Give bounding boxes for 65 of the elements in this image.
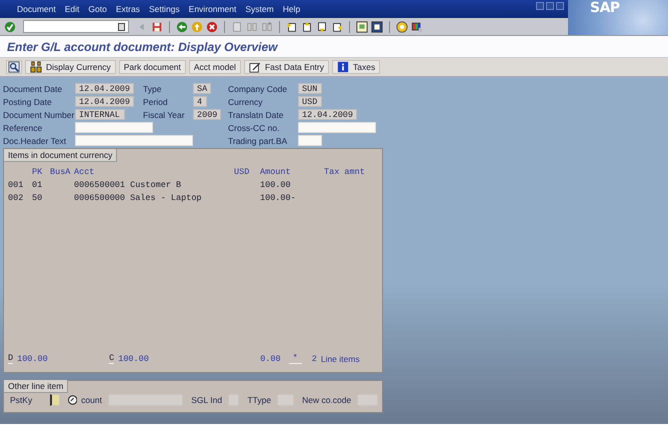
panel-title: Other line item bbox=[4, 380, 68, 393]
field-label: Document Date bbox=[3, 84, 64, 94]
column-header: Acct bbox=[74, 166, 96, 176]
field-label: PstKy bbox=[10, 395, 32, 405]
line-count-label: Line items bbox=[320, 354, 360, 364]
credit-total: 100.00 bbox=[118, 354, 150, 364]
display-field: 4 bbox=[193, 96, 207, 107]
toolbar-button[interactable]: Park document bbox=[118, 60, 186, 74]
toolbar-button[interactable]: Display Currency bbox=[25, 60, 116, 74]
field-label: Company Code bbox=[228, 84, 288, 94]
credit-label: C bbox=[109, 353, 114, 364]
table-cell-text: 0006500000 Sales - Laptop bbox=[74, 192, 203, 202]
column-header: Tax amnt bbox=[324, 166, 366, 176]
field-label: Doc.Header Text bbox=[3, 136, 68, 146]
display-field: 12.04.2009 bbox=[75, 83, 134, 94]
menu-item[interactable]: System bbox=[241, 4, 279, 14]
column-header: BusA bbox=[50, 166, 72, 176]
display-field: SUN bbox=[298, 83, 322, 94]
field-label: Currency bbox=[228, 96, 264, 106]
field-label: Type bbox=[143, 84, 162, 94]
display-field: SA bbox=[193, 83, 212, 94]
field-label: New co.code bbox=[302, 395, 352, 405]
balance: 0.00 bbox=[260, 354, 281, 364]
column-header: Amount bbox=[260, 166, 292, 176]
debit-label: D bbox=[8, 353, 14, 364]
menu-item[interactable]: Environment bbox=[184, 4, 242, 14]
display-field: 12.04.2009 bbox=[75, 96, 134, 107]
panel-title: Items in document currency bbox=[4, 149, 118, 162]
table-cell-text: 01 bbox=[32, 180, 44, 190]
field-label: count bbox=[81, 395, 102, 405]
field-label: Posting Date bbox=[3, 96, 53, 106]
table-cell-text: 100.00 bbox=[260, 180, 292, 190]
toolbar-button[interactable]: Taxes bbox=[332, 60, 380, 74]
menu-item[interactable]: Help bbox=[278, 4, 306, 14]
field-label: TType bbox=[247, 395, 272, 405]
field-label: Cross-CC no. bbox=[228, 122, 280, 132]
field-label: Reference bbox=[3, 122, 44, 132]
menu-item[interactable]: Edit bbox=[60, 4, 84, 14]
display-field: INTERNAL bbox=[75, 109, 125, 120]
menu-item[interactable]: Extras bbox=[112, 4, 145, 14]
table-cell-text: 0006500001 Customer B bbox=[74, 180, 182, 190]
column-header: USD bbox=[234, 166, 250, 176]
field-label: Period bbox=[143, 96, 169, 106]
column-header: PK bbox=[32, 166, 44, 176]
logo: SAP bbox=[590, 0, 620, 16]
line-count: 2 bbox=[312, 354, 317, 364]
display-field: USD bbox=[298, 96, 322, 107]
menu-item[interactable]: Document bbox=[13, 4, 61, 14]
toolbar-button[interactable]: Fast Data Entry bbox=[244, 60, 329, 74]
toolbar-button[interactable]: Acct model bbox=[188, 60, 241, 74]
table-cell-text: 100.00- bbox=[260, 192, 297, 202]
field-label: Fiscal Year bbox=[143, 110, 186, 120]
line-number: 002 bbox=[8, 192, 24, 202]
field-label: Document Number bbox=[3, 110, 75, 120]
field-label: Translatn Date bbox=[228, 110, 284, 120]
field-label: Trading part.BA bbox=[228, 136, 288, 146]
display-field: 12.04.2009 bbox=[298, 109, 358, 120]
menu-item[interactable]: Settings bbox=[144, 4, 185, 14]
display-field: 2009 bbox=[193, 109, 222, 120]
menu-item[interactable]: Goto bbox=[84, 4, 112, 14]
line-number: 001 bbox=[8, 180, 24, 190]
field-label: SGL Ind bbox=[191, 395, 222, 405]
table-cell-text: 50 bbox=[32, 192, 44, 202]
screen-title: Enter G/L account document: Display Overview bbox=[7, 40, 278, 54]
debit-total: 100.00 bbox=[17, 354, 49, 364]
